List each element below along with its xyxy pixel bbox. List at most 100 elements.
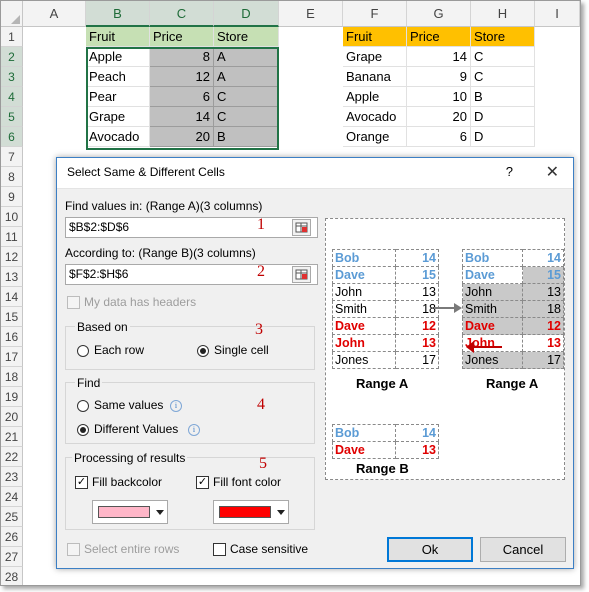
sheet-cell[interactable]: Banana bbox=[343, 67, 407, 87]
preview-row: Dave 12 bbox=[461, 317, 564, 335]
sheet-cell[interactable]: Price bbox=[150, 27, 214, 47]
single-cell-radio[interactable] bbox=[197, 345, 209, 357]
row-header-8[interactable]: 8 bbox=[1, 167, 23, 187]
sheet-cell[interactable]: 9 bbox=[407, 67, 471, 87]
select-all-corner[interactable] bbox=[1, 1, 23, 27]
row-header-19[interactable]: 19 bbox=[1, 387, 23, 407]
row-header-15[interactable]: 15 bbox=[1, 307, 23, 327]
row-header-27[interactable]: 27 bbox=[1, 547, 23, 567]
column-header-i[interactable]: I bbox=[535, 1, 580, 27]
row-header-6[interactable]: 6 bbox=[1, 127, 23, 147]
preview-cell: Dave bbox=[461, 266, 524, 284]
fill-fontcolor-checkbox[interactable]: ✓ bbox=[196, 476, 209, 489]
sheet-cell[interactable]: D bbox=[471, 107, 535, 127]
preview-table-left: Bob 14 Dave 15 John 13 Smith 18 Dave 12 John 13 Jone… bbox=[332, 249, 439, 369]
dialog-titlebar: Select Same & Different Cells ? ✕ bbox=[57, 158, 573, 189]
arrow-right-icon bbox=[434, 303, 462, 313]
info-icon[interactable]: i bbox=[188, 424, 200, 436]
sheet-cell[interactable]: Store bbox=[471, 27, 535, 47]
row-header-9[interactable]: 9 bbox=[1, 187, 23, 207]
row-header-16[interactable]: 16 bbox=[1, 327, 23, 347]
row-header-26[interactable]: 26 bbox=[1, 527, 23, 547]
fontcolor-swatch bbox=[219, 506, 271, 518]
range-select-icon bbox=[295, 222, 308, 233]
sheet-cell[interactable]: B bbox=[471, 87, 535, 107]
sheet-cell[interactable]: Fruit bbox=[343, 27, 407, 47]
row-header-21[interactable]: 21 bbox=[1, 427, 23, 447]
column-header-c[interactable]: C bbox=[150, 1, 214, 27]
cancel-button[interactable]: Cancel bbox=[480, 537, 566, 562]
different-values-radio[interactable] bbox=[77, 424, 89, 436]
sheet-cell[interactable]: 10 bbox=[407, 87, 471, 107]
column-header-g[interactable]: G bbox=[407, 1, 471, 27]
range-a-picker-button[interactable] bbox=[292, 219, 311, 236]
preview-cell: Dave bbox=[461, 317, 524, 335]
preview-cell: 13 bbox=[395, 334, 439, 352]
ok-button[interactable]: Ok bbox=[387, 537, 473, 562]
fontcolor-picker[interactable] bbox=[213, 500, 289, 524]
sheet-cell[interactable]: Grape bbox=[343, 47, 407, 67]
info-icon[interactable]: i bbox=[170, 400, 182, 412]
row-header-1[interactable]: 1 bbox=[1, 27, 23, 47]
row-header-5[interactable]: 5 bbox=[1, 107, 23, 127]
preview-row: Bob 14 bbox=[332, 249, 439, 267]
preview-cell: Bob bbox=[332, 249, 396, 267]
chevron-down-icon bbox=[277, 510, 285, 515]
row-header-17[interactable]: 17 bbox=[1, 347, 23, 367]
backcolor-picker[interactable] bbox=[92, 500, 168, 524]
sheet-cell[interactable]: Store bbox=[214, 27, 279, 47]
range-b-input[interactable]: $F$2:$H$6 bbox=[65, 264, 318, 285]
row-header-2[interactable]: 2 bbox=[1, 47, 23, 67]
sheet-cell[interactable]: C bbox=[471, 47, 535, 67]
preview-row: Dave 13 bbox=[332, 441, 439, 459]
sheet-cell[interactable]: Avocado bbox=[343, 107, 407, 127]
backcolor-swatch bbox=[98, 506, 150, 518]
sheet-cell[interactable]: Orange bbox=[343, 127, 407, 147]
headers-checkbox[interactable] bbox=[67, 296, 80, 309]
fill-backcolor-checkbox[interactable]: ✓ bbox=[75, 476, 88, 489]
column-header-h[interactable]: H bbox=[471, 1, 535, 27]
row-header-28[interactable]: 28 bbox=[1, 567, 23, 585]
column-header-a[interactable]: A bbox=[23, 1, 86, 27]
row-header-23[interactable]: 23 bbox=[1, 467, 23, 487]
select-entire-rows-checkbox[interactable] bbox=[67, 543, 80, 556]
preview-cell: Jones bbox=[461, 351, 524, 369]
row-header-24[interactable]: 24 bbox=[1, 487, 23, 507]
column-header-d[interactable]: D bbox=[214, 1, 279, 27]
row-header-13[interactable]: 13 bbox=[1, 267, 23, 287]
fill-backcolor-label: Fill backcolor bbox=[92, 475, 163, 489]
row-header-7[interactable]: 7 bbox=[1, 147, 23, 167]
sheet-cell[interactable]: Fruit bbox=[86, 27, 150, 47]
sheet-cell[interactable]: 20 bbox=[407, 107, 471, 127]
sheet-cell[interactable]: 6 bbox=[407, 127, 471, 147]
preview-row: Jones 17 bbox=[332, 351, 439, 369]
column-header-f[interactable]: F bbox=[343, 1, 407, 27]
column-header-e[interactable]: E bbox=[279, 1, 343, 27]
row-header-18[interactable]: 18 bbox=[1, 367, 23, 387]
row-header-12[interactable]: 12 bbox=[1, 247, 23, 267]
range-b-picker-button[interactable] bbox=[292, 266, 311, 283]
row-header-10[interactable]: 10 bbox=[1, 207, 23, 227]
help-button[interactable]: ? bbox=[506, 164, 513, 179]
range-a-input[interactable]: $B$2:$D$6 bbox=[65, 217, 318, 238]
row-header-11[interactable]: 11 bbox=[1, 227, 23, 247]
close-button[interactable]: ✕ bbox=[546, 162, 559, 182]
select-entire-rows-label: Select entire rows bbox=[84, 542, 180, 556]
sheet-cell[interactable]: 14 bbox=[407, 47, 471, 67]
row-header-20[interactable]: 20 bbox=[1, 407, 23, 427]
row-header-4[interactable]: 4 bbox=[1, 87, 23, 107]
preview-table-range-b: Bob 14 Dave 13 bbox=[332, 424, 439, 459]
same-values-radio[interactable] bbox=[77, 400, 89, 412]
sheet-cell[interactable]: Apple bbox=[343, 87, 407, 107]
each-row-radio[interactable] bbox=[77, 345, 89, 357]
sheet-cell[interactable]: Price bbox=[407, 27, 471, 47]
preview-cell: John bbox=[332, 334, 396, 352]
sheet-cell[interactable]: C bbox=[471, 67, 535, 87]
row-header-14[interactable]: 14 bbox=[1, 287, 23, 307]
case-sensitive-checkbox[interactable] bbox=[213, 543, 226, 556]
row-header-22[interactable]: 22 bbox=[1, 447, 23, 467]
column-header-b[interactable]: B bbox=[86, 1, 150, 27]
row-header-3[interactable]: 3 bbox=[1, 67, 23, 87]
row-header-25[interactable]: 25 bbox=[1, 507, 23, 527]
sheet-cell[interactable]: D bbox=[471, 127, 535, 147]
